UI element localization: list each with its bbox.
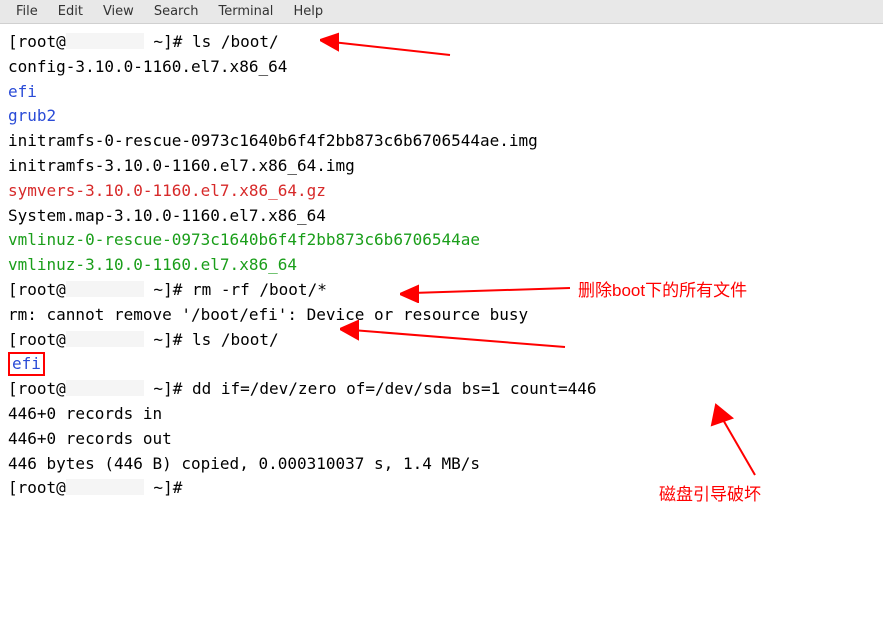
menu-search[interactable]: Search xyxy=(144,2,209,21)
terminal-output[interactable]: [root@ ~]# ls /boot/config-3.10.0-1160.e… xyxy=(0,24,883,507)
hostname-redacted xyxy=(66,331,144,347)
menu-help[interactable]: Help xyxy=(283,2,333,21)
terminal-line: grub2 xyxy=(8,104,875,129)
terminal-line: [root@ ~]# ls /boot/ xyxy=(8,328,875,353)
terminal-line: 446 bytes (446 B) copied, 0.000310037 s,… xyxy=(8,452,875,477)
annotation-disk-boot-damage: 磁盘引导破坏 xyxy=(659,480,761,505)
hostname-redacted xyxy=(66,281,144,297)
menu-view[interactable]: View xyxy=(93,2,144,21)
terminal-line: rm: cannot remove '/boot/efi': Device or… xyxy=(8,303,875,328)
terminal-line: efi xyxy=(8,80,875,105)
terminal-line: [root@ ~]# dd if=/dev/zero of=/dev/sda b… xyxy=(8,377,875,402)
menu-file[interactable]: File xyxy=(6,2,48,21)
terminal-line: symvers-3.10.0-1160.el7.x86_64.gz xyxy=(8,179,875,204)
terminal-line: config-3.10.0-1160.el7.x86_64 xyxy=(8,55,875,80)
terminal-line: efi xyxy=(8,352,875,377)
terminal-line: vmlinuz-0-rescue-0973c1640b6f4f2bb873c6b… xyxy=(8,228,875,253)
menu-edit[interactable]: Edit xyxy=(48,2,93,21)
hostname-redacted xyxy=(66,380,144,396)
terminal-line: vmlinuz-3.10.0-1160.el7.x86_64 xyxy=(8,253,875,278)
terminal-line: initramfs-0-rescue-0973c1640b6f4f2bb873c… xyxy=(8,129,875,154)
terminal-line: 446+0 records in xyxy=(8,402,875,427)
menu-terminal[interactable]: Terminal xyxy=(208,2,283,21)
hostname-redacted xyxy=(66,33,144,49)
menubar: File Edit View Search Terminal Help xyxy=(0,0,883,24)
terminal-line: 446+0 records out xyxy=(8,427,875,452)
terminal-line: System.map-3.10.0-1160.el7.x86_64 xyxy=(8,204,875,229)
terminal-line: [root@ ~]# ls /boot/ xyxy=(8,30,875,55)
hostname-redacted xyxy=(66,479,144,495)
annotation-delete-boot: 删除boot下的所有文件 xyxy=(578,276,747,301)
terminal-line: initramfs-3.10.0-1160.el7.x86_64.img xyxy=(8,154,875,179)
